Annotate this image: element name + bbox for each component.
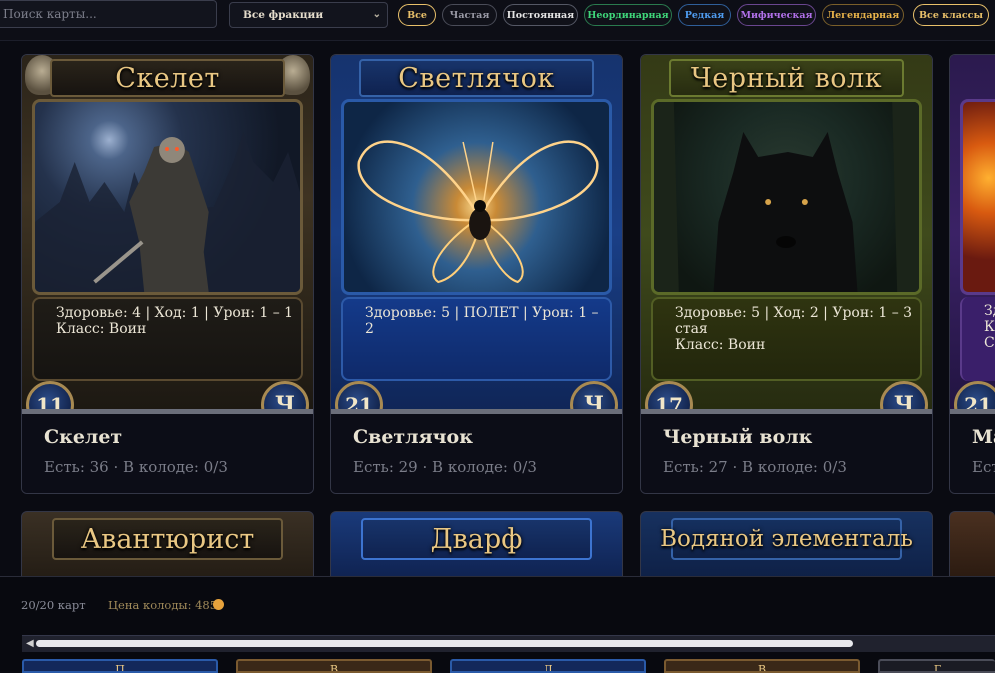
deck-count: 20/20 карт — [21, 598, 86, 612]
deck-mini-card[interactable]: В — [236, 659, 432, 673]
card-title: Авантюрист — [52, 518, 283, 560]
card-info: Скелет Есть: 36 · В колоде: 0/3 — [22, 414, 313, 493]
card-stats-box: Здоровье: 4 | Ход: 1 | Урон: 1 – 1 Класс… — [32, 297, 303, 381]
card-name: Черный волк — [663, 426, 813, 448]
card-name: Скелет — [44, 426, 123, 448]
rarity-chip-all[interactable]: Все — [398, 4, 436, 26]
faction-select[interactable]: Все фракции ⌄ — [229, 2, 388, 28]
class-select[interactable]: Все классы — [913, 4, 989, 26]
deck-price: Цена колоды: 485 — [108, 598, 218, 612]
black-wolf-image — [651, 99, 922, 295]
card-title: Дварф — [361, 518, 592, 560]
deck-panel: 20/20 карт Цена колоды: 485 ◀ П В Л В Г — [0, 576, 995, 673]
card-name: Светлячок — [353, 426, 473, 448]
deck-mini-card[interactable]: П — [22, 659, 218, 673]
rarity-chip-uncommon[interactable]: Неординарная — [584, 4, 672, 26]
filter-bar-divider — [0, 40, 995, 41]
card-art-frame: Зд К Сі 21 — [950, 55, 995, 429]
glowing-firefly-image — [341, 99, 612, 295]
deck-mini-card-title: П — [115, 663, 125, 673]
rarity-chip-mythic[interactable]: Мифическая — [737, 4, 816, 26]
scroll-left-arrow-icon[interactable]: ◀ — [26, 636, 34, 652]
fire-mage-image — [960, 99, 995, 295]
card-adventurer[interactable]: Авантюрист — [21, 511, 314, 581]
card-partial[interactable] — [949, 511, 995, 581]
card-dwarf[interactable]: Дварф — [330, 511, 623, 581]
card-firefly[interactable]: Светлячок Здоровье: 5 | ПОЛЕТ | Урон: 1 … — [330, 54, 623, 494]
card-name: Ма — [972, 426, 995, 448]
card-owned-count: Есть: 29 · В колоде: 0/3 — [353, 458, 537, 476]
card-title: Водяной элементаль — [660, 518, 913, 560]
card-stat-line: Класс: Воин — [675, 337, 766, 353]
scrollbar-thumb[interactable] — [36, 640, 853, 647]
chevron-down-icon: ⌄ — [372, 9, 381, 20]
rarity-chip-common[interactable]: Частая — [442, 4, 497, 26]
card-stats-box: Здоровье: 5 | ПОЛЕТ | Урон: 1 – 2 — [341, 297, 612, 381]
card-stat-line: стая — [675, 321, 708, 337]
card-stat-line: Здоровье: 4 | Ход: 1 | Урон: 1 – 1 — [56, 305, 294, 321]
coin-icon — [213, 599, 224, 610]
armored-skeleton-image — [32, 99, 303, 295]
card-stats-box: Здоровье: 5 | Ход: 2 | Урон: 1 – 3 стая … — [651, 297, 922, 381]
deck-mini-card[interactable]: Г — [878, 659, 995, 673]
card-partial[interactable]: Зд К Сі 21 Ма Ест — [949, 54, 995, 494]
card-stat-line: Здоровье: 5 | ПОЛЕТ | Урон: 1 – 2 — [365, 305, 599, 337]
card-stat-line: К — [984, 319, 995, 335]
card-water-elemental[interactable]: Водяной элементаль — [640, 511, 933, 581]
card-stats-box: Зд К Сі — [960, 297, 995, 381]
card-owned-count: Ест — [972, 458, 995, 476]
deck-scrollbar[interactable]: ◀ — [22, 635, 995, 652]
card-info: Ма Ест — [950, 414, 995, 493]
deck-mini-card[interactable]: Л — [450, 659, 646, 673]
card-title: Светлячок — [359, 59, 594, 97]
deck-mini-card-title: В — [757, 663, 767, 673]
deck-mini-card[interactable]: В — [664, 659, 860, 673]
card-stat-line: Сі — [984, 335, 995, 351]
card-art-frame: Светлячок Здоровье: 5 | ПОЛЕТ | Урон: 1 … — [331, 55, 622, 429]
card-art-frame: Скелет Здоровье: 4 | Ход: 1 | Урон: 1 – … — [22, 55, 313, 429]
card-title: Скелет — [50, 59, 285, 97]
card-stat-line: Класс: Воин — [56, 321, 147, 337]
card-owned-count: Есть: 36 · В колоде: 0/3 — [44, 458, 228, 476]
deck-mini-card-title: В — [329, 663, 339, 673]
card-stat-line: Здоровье: 5 | Ход: 2 | Урон: 1 – 3 — [675, 305, 913, 321]
rarity-chip-legendary[interactable]: Легендарная — [822, 4, 904, 26]
card-info: Светлячок Есть: 29 · В колоде: 0/3 — [331, 414, 622, 493]
card-skeleton[interactable]: Скелет Здоровье: 4 | Ход: 1 | Урон: 1 – … — [21, 54, 314, 494]
filter-bar: Все фракции ⌄ Все Частая Постоянная Неор… — [0, 0, 995, 40]
faction-select-label: Все фракции — [243, 9, 324, 21]
deck-mini-card-title: Л — [543, 663, 553, 673]
card-art-frame: Черный волк Здоровье: 5 | Ход: 2 | Урон:… — [641, 55, 932, 429]
card-owned-count: Есть: 27 · В колоде: 0/3 — [663, 458, 847, 476]
card-black-wolf[interactable]: Черный волк Здоровье: 5 | Ход: 2 | Урон:… — [640, 54, 933, 494]
card-stat-line: Зд — [984, 303, 995, 319]
deck-mini-card-title: Г — [933, 663, 942, 673]
card-info: Черный волк Есть: 27 · В колоде: 0/3 — [641, 414, 932, 493]
rarity-chip-permanent[interactable]: Постоянная — [503, 4, 578, 26]
card-title: Черный волк — [669, 59, 904, 97]
rarity-chip-rare[interactable]: Редкая — [678, 4, 731, 26]
search-input[interactable] — [0, 0, 217, 28]
